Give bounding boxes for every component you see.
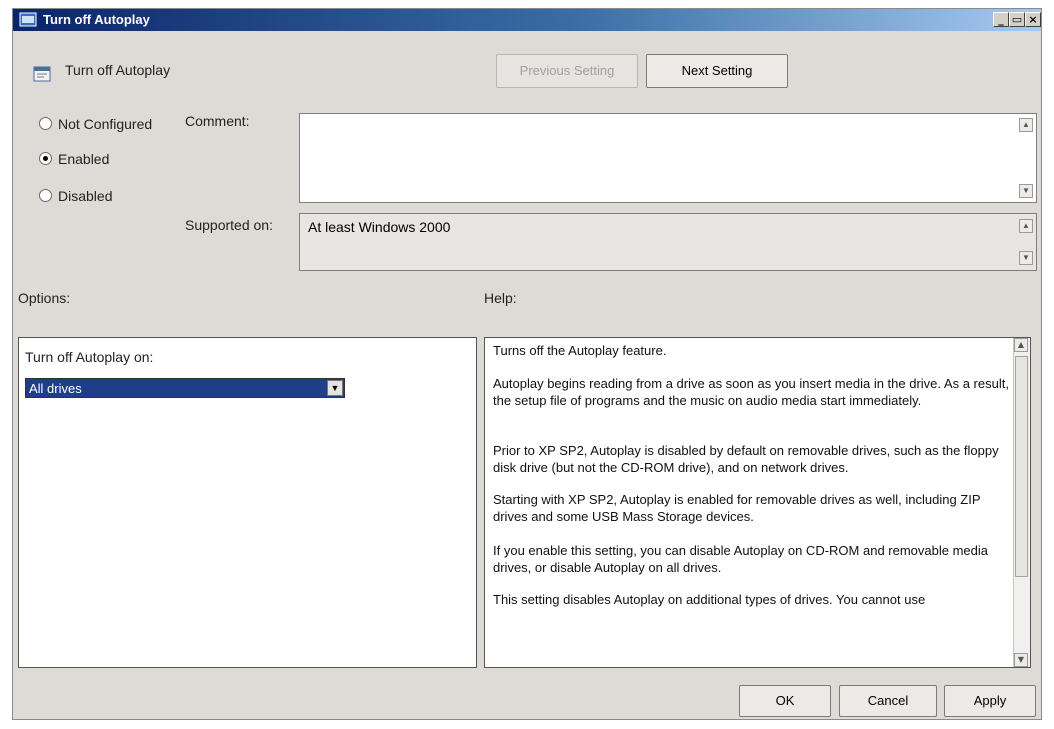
selected-value: All drives [29, 381, 82, 396]
help-paragraph: Autoplay begins reading from a drive as … [493, 376, 1009, 408]
scroll-down-icon[interactable]: ▼ [1019, 251, 1033, 265]
previous-setting-button[interactable]: Previous Setting [496, 54, 638, 88]
options-panel: Turn off Autoplay on: All drives ▼ [18, 337, 477, 668]
next-setting-button[interactable]: Next Setting [646, 54, 788, 88]
help-paragraph: Starting with XP SP2, Autoplay is enable… [493, 492, 981, 524]
radio-label: Not Configured [58, 116, 153, 132]
radio-circle[interactable] [39, 117, 52, 130]
setting-page-icon [33, 66, 51, 82]
dialog-window: Turn off Autoplay _ ▭ × Turn off Autopla… [12, 8, 1042, 720]
radio-not-configured[interactable]: Not Configured [39, 116, 152, 132]
radio-enabled[interactable]: Enabled [39, 151, 109, 167]
comment-label: Comment: [185, 113, 250, 129]
apply-button[interactable]: Apply [944, 685, 1036, 717]
title-bar[interactable]: Turn off Autoplay _ ▭ × [13, 9, 1041, 31]
maximize-button[interactable]: ▭ [1009, 12, 1025, 27]
scroll-up-icon[interactable]: ▲ [1014, 338, 1028, 352]
help-paragraph: If you enable this setting, you can disa… [493, 543, 988, 575]
radio-circle[interactable] [39, 189, 52, 202]
help-paragraph: This setting disables Autoplay on additi… [493, 592, 926, 607]
scroll-up-icon[interactable]: ▲ [1019, 219, 1033, 233]
help-paragraph: Prior to XP SP2, Autoplay is disabled by… [493, 443, 999, 475]
help-panel: Turns off the Autoplay feature. Autoplay… [484, 337, 1031, 668]
radio-label: Enabled [58, 151, 110, 167]
comment-field[interactable]: ▲ ▼ [299, 113, 1037, 203]
help-paragraph: Turns off the Autoplay feature. [493, 343, 667, 358]
scroll-up-icon[interactable]: ▲ [1019, 118, 1033, 132]
options-heading: Options: [18, 290, 71, 306]
close-button[interactable]: × [1025, 12, 1041, 27]
window-title: Turn off Autoplay [43, 12, 150, 27]
ok-button[interactable]: OK [739, 685, 831, 717]
help-scrollbar[interactable]: ▲ ▼ [1013, 338, 1030, 667]
supported-on-value: At least Windows 2000 [308, 219, 451, 235]
scrollbar-thumb[interactable] [1015, 356, 1028, 577]
supported-on-label: Supported on: [185, 217, 273, 233]
cancel-button[interactable]: Cancel [839, 685, 937, 717]
policy-title: Turn off Autoplay [65, 62, 171, 78]
minimize-button[interactable]: _ [993, 12, 1009, 27]
radio-circle[interactable] [39, 152, 52, 165]
scroll-down-icon[interactable]: ▼ [1014, 653, 1028, 667]
autoplay-on-label: Turn off Autoplay on: [25, 349, 154, 365]
supported-on-field: At least Windows 2000 ▲ ▼ [299, 213, 1037, 271]
autoplay-drives-select[interactable]: All drives ▼ [25, 378, 345, 398]
help-heading: Help: [484, 290, 517, 306]
scroll-down-icon[interactable]: ▼ [1019, 184, 1033, 198]
radio-disabled[interactable]: Disabled [39, 188, 112, 204]
radio-label: Disabled [58, 188, 113, 204]
chevron-down-icon[interactable]: ▼ [327, 380, 343, 396]
policy-icon [19, 12, 37, 27]
